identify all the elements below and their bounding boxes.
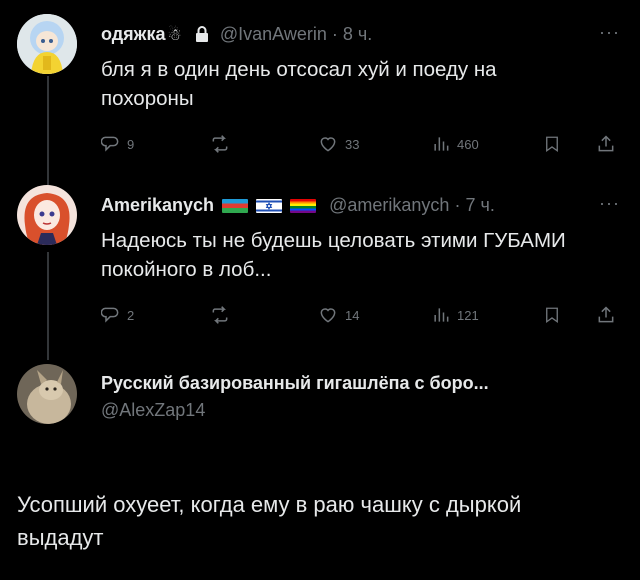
share-icon	[598, 135, 614, 152]
tweet-text: Усопший охуеет, когда ему в раю чашку с …	[17, 492, 522, 550]
like-button[interactable]: 33	[317, 134, 359, 154]
avatar[interactable]	[17, 185, 77, 245]
thread-line	[47, 76, 49, 186]
retweet-icon	[212, 306, 228, 324]
reply-icon	[101, 136, 119, 152]
bookmark-button[interactable]	[543, 305, 561, 325]
like-count: 33	[345, 136, 360, 152]
tweet-header: Amerikanych @amerikanych · 7 ч.	[101, 195, 495, 216]
tweet-text: бля я в один день отсосал хуй и поеду на…	[101, 58, 497, 110]
bookmark-icon	[546, 136, 558, 153]
tweet-text: Надеюсь ты не будешь целовать этими ГУБА…	[101, 229, 566, 281]
share-button[interactable]	[596, 134, 616, 154]
display-name[interactable]: Amerikanych	[101, 195, 214, 215]
israel-flag-icon	[256, 199, 283, 214]
snowman-emoji: ☃	[167, 27, 182, 44]
lock-icon	[195, 26, 209, 47]
avatar[interactable]	[17, 364, 77, 424]
reply-icon	[101, 307, 119, 323]
display-name[interactable]: Русский базированный гигашлёпа с боро...	[101, 373, 489, 393]
azerbaijan-flag-icon	[222, 199, 249, 214]
reply-button[interactable]: 2	[101, 305, 134, 325]
like-icon	[320, 308, 336, 323]
handle[interactable]: @amerikanych	[329, 195, 449, 215]
bookmark-icon	[546, 307, 558, 324]
views-count: 460	[457, 136, 479, 152]
tweet-actions: 2 14 121	[101, 305, 621, 329]
like-count: 14	[345, 307, 360, 323]
handle[interactable]: @IvanAwerin	[220, 24, 327, 44]
avatar[interactable]	[17, 14, 77, 74]
like-icon	[320, 137, 336, 152]
thread-line	[47, 252, 49, 360]
share-icon	[598, 306, 614, 323]
views-icon	[434, 137, 449, 151]
handle[interactable]: @AlexZap14	[101, 400, 205, 420]
views-button[interactable]: 121	[431, 305, 479, 325]
share-button[interactable]	[596, 305, 616, 325]
tweet-header: одяжка ☃ @IvanAwerin · 8 ч.	[101, 24, 372, 47]
views-count: 121	[457, 307, 479, 323]
views-button[interactable]: 460	[431, 134, 479, 154]
handle-row: @AlexZap14	[101, 400, 205, 421]
tweet-actions: 9 33 460	[101, 134, 621, 158]
retweet-button[interactable]	[209, 305, 237, 325]
reply-count: 9	[127, 136, 135, 152]
bookmark-button[interactable]	[543, 134, 561, 154]
views-icon	[434, 308, 449, 322]
like-button[interactable]: 14	[317, 305, 359, 325]
reply-count: 2	[127, 307, 135, 323]
more-options-icon[interactable]: ···	[599, 193, 620, 214]
rainbow-flag-icon	[290, 199, 317, 214]
timestamp[interactable]: · 8 ч.	[332, 24, 372, 44]
retweet-icon	[212, 135, 228, 153]
more-options-icon[interactable]: ···	[599, 22, 620, 43]
display-name[interactable]: одяжка	[101, 24, 165, 44]
tweet-header: Русский базированный гигашлёпа с боро...	[101, 373, 489, 394]
retweet-button[interactable]	[209, 134, 237, 154]
timestamp[interactable]: · 7 ч.	[454, 195, 494, 215]
reply-button[interactable]: 9	[101, 134, 134, 154]
